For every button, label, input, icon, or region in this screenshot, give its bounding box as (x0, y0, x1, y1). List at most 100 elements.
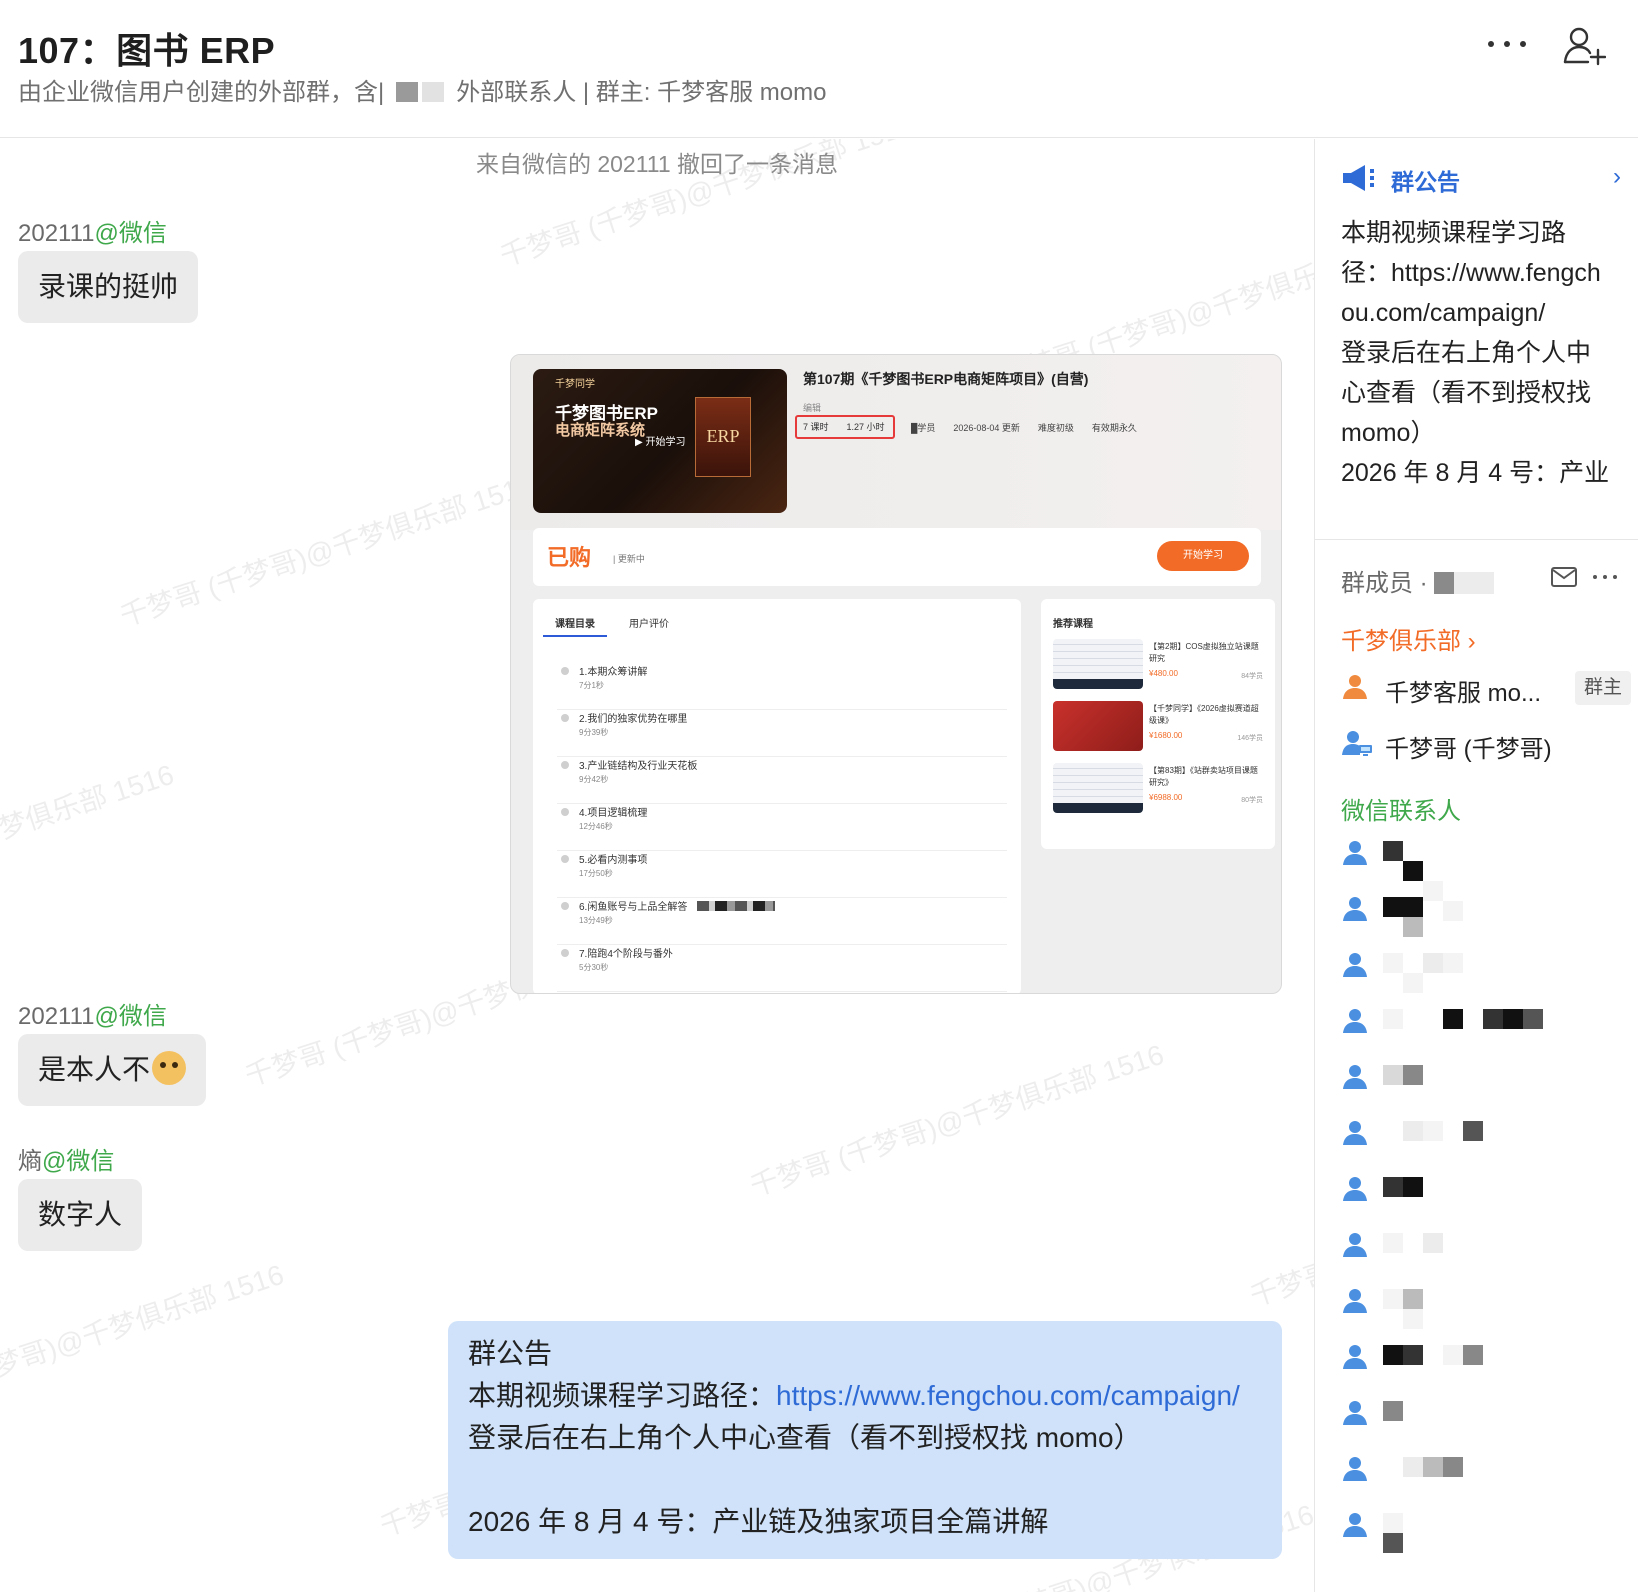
announcement-path-label: 本期视频课程学习路径： (468, 1380, 777, 1411)
subtitle-prefix: 由企业微信用户创建的外部群，含| (18, 79, 385, 106)
catalog-item-name: 3.产业链结构及行业天花板 (579, 761, 698, 772)
cover-brand: 千梦同学 (555, 379, 595, 390)
start-learning-button: 开始学习 (1157, 541, 1249, 571)
cover-title-2: 电商矩阵系统 (555, 422, 646, 439)
wechat-contact-item[interactable] (1341, 893, 1631, 937)
mosaic-pixel (1383, 1177, 1403, 1197)
catalog-item: 4.项目逻辑梳理 12分46秒 (557, 802, 1007, 851)
redacted-count (396, 82, 419, 102)
mosaic-pixel (1383, 1065, 1403, 1085)
wechat-contact-item[interactable] (1341, 1005, 1631, 1045)
recommended-thumb (1053, 763, 1143, 813)
sender-source: @微信 (94, 220, 167, 247)
wechat-contact-item[interactable] (1341, 1285, 1631, 1329)
catalog-item-name: 1.本期众筹讲解 (579, 667, 648, 678)
cover-erp-book: ERP (695, 397, 751, 477)
announcement-preview-text: 本期视频课程学习路径：https://www.fengchou.com/camp… (1341, 219, 1610, 487)
announcement-header[interactable]: 群公告 › (1341, 163, 1621, 195)
redacted-count-light (1453, 572, 1494, 594)
announcement-message[interactable]: 群公告 本期视频课程学习路径：https://www.fengchou.com/… (448, 1321, 1282, 1559)
course-header: 千梦同学 千梦图书ERP 电商矩阵系统 ERP ▶ 开始学习 第107期《千梦图… (511, 355, 1281, 530)
wechat-contact-item[interactable] (1341, 1173, 1631, 1213)
course-link[interactable]: https://www.fengchou.com/campaign/ (776, 1380, 1240, 1411)
message-bubble[interactable]: 是本人不 (18, 1034, 207, 1106)
tab-reviews: 用户评价 (629, 619, 669, 630)
chat-area[interactable]: 千梦哥 (千梦哥)@千梦俱乐部 1516 千梦哥 (千梦哥)@千梦俱乐部 151… (0, 139, 1314, 1592)
club-link[interactable]: 千梦俱乐部 › (1341, 621, 1476, 656)
recommended-students: 80学员 (1241, 797, 1263, 804)
recommended-price: ¥6988.00 (1149, 793, 1183, 802)
mosaic-pixel (1423, 1121, 1443, 1141)
wechat-contact-item[interactable] (1341, 1341, 1631, 1381)
recommended-thumb (1053, 639, 1143, 689)
group-subtitle: 由企业微信用户创建的外部群，含| 外部联系人 | 群主: 千梦客服 momo (18, 72, 827, 107)
sender-source: @微信 (94, 1003, 167, 1030)
image-message[interactable]: 千梦同学 千梦图书ERP 电商矩阵系统 ERP ▶ 开始学习 第107期《千梦图… (510, 354, 1282, 994)
wechat-contacts-label: 微信联系人 (1341, 798, 1461, 825)
catalog-item-duration: 9分39秒 (579, 728, 609, 737)
wechat-contact-item[interactable] (1341, 837, 1631, 921)
mosaic-pixel (1463, 1345, 1483, 1365)
sender-name: 熵 (18, 1148, 42, 1175)
owner-badge: 群主 (1575, 671, 1631, 705)
members-more-icon[interactable] (1593, 567, 1617, 587)
wechat-contact-item[interactable] (1341, 1229, 1631, 1269)
catalog-item-duration: 12分46秒 (579, 822, 613, 831)
wechat-contact-item[interactable] (1341, 1397, 1631, 1437)
add-member-icon[interactable] (1562, 26, 1606, 66)
catalog-item: 6.闲鱼账号与上品全解答 13分49秒 (557, 896, 1007, 945)
redacted-mosaic (697, 901, 776, 911)
watermark: 千梦哥 (千梦哥)@千梦俱乐部 1516 (116, 468, 538, 633)
mosaic-pixel (1383, 1533, 1403, 1553)
message-sender: 202111@微信 (18, 213, 167, 248)
catalog-item: 2.我们的独家优势在哪里 9分39秒 (557, 708, 1007, 757)
catalog-item-duration: 5分30秒 (579, 963, 609, 972)
mosaic-pixel (1403, 1065, 1423, 1085)
mail-icon[interactable] (1551, 567, 1577, 587)
catalog-item-name: 6.闲鱼账号与上品全解答 (579, 898, 776, 913)
wechat-contact-item[interactable] (1341, 1061, 1631, 1101)
announcement-message-title: 群公告 (468, 1338, 553, 1369)
mosaic-pixel (1383, 953, 1403, 973)
message-bubble[interactable]: 数字人 (18, 1179, 143, 1251)
member-name: 千梦哥 (千梦哥) (1385, 736, 1552, 763)
announcement-message-line: 本期视频课程学习路径：https://www.fengchou.com/camp… (468, 1375, 1262, 1417)
course-meta: █学员 2026-08-04 更新 难度初级 有效期永久 (911, 423, 1137, 433)
person-blue-icon (1343, 1345, 1367, 1369)
mosaic-pixel (1443, 1345, 1463, 1365)
wechat-contact-item[interactable] (1341, 949, 1631, 993)
member-item[interactable]: 千梦客服 mo... 群主 (1341, 669, 1631, 709)
mosaic-pixel (1463, 1121, 1483, 1141)
mosaic-pixel (1383, 841, 1403, 861)
sender-source: @微信 (42, 1148, 115, 1175)
recommended-item: 【千梦同学】《2026虚拟赛道超级课》 ¥1680.00 146学员 (1053, 701, 1265, 757)
mosaic-pixel (1403, 917, 1423, 937)
member-item[interactable]: 千梦哥 (千梦哥) (1341, 725, 1631, 765)
mosaic-pixel (1403, 973, 1423, 993)
mosaic-pixel (1403, 1345, 1423, 1365)
person-blue-icon (1343, 1121, 1367, 1145)
mosaic-pixel (1443, 1009, 1463, 1029)
person-blue-icon (1343, 1457, 1367, 1481)
more-icon[interactable] (1488, 38, 1526, 50)
mosaic-pixel (1403, 1457, 1423, 1477)
recommended-name: 【千梦同学】《2026虚拟赛道超级课》 (1149, 704, 1259, 725)
announcement-message-line: 2026 年 8 月 4 号：产业链及独家项目全篇讲解 (468, 1506, 1049, 1537)
recommended-students: 84学员 (1241, 673, 1263, 680)
cat-emoji-icon (152, 1051, 187, 1085)
person-blue-icon (1343, 1513, 1367, 1537)
wechat-contact-item[interactable] (1341, 1117, 1631, 1157)
wechat-contact-item[interactable] (1341, 1453, 1631, 1493)
recommended-students: 146学员 (1237, 735, 1263, 742)
wechat-contact-item[interactable] (1341, 1509, 1631, 1553)
message-sender: 熵@微信 (18, 1141, 114, 1176)
catalog-item: 7.陪跑4个阶段与番外 5分30秒 (557, 943, 1007, 992)
course-catalog: 课程目录 用户评价 1.本期众筹讲解 7分1秒 2.我们的独家优势在哪里 9分39秒… (533, 599, 1021, 993)
mosaic-pixel (1403, 1289, 1423, 1309)
person-blue-icon (1343, 1009, 1367, 1033)
message-bubble[interactable]: 录课的挺帅 (18, 251, 199, 323)
tab-catalog: 课程目录 (543, 615, 607, 637)
members-label: 群成员 · (1341, 563, 1494, 598)
member-name: 千梦客服 mo... (1385, 680, 1542, 707)
catalog-item-name: 2.我们的独家优势在哪里 (579, 714, 688, 725)
